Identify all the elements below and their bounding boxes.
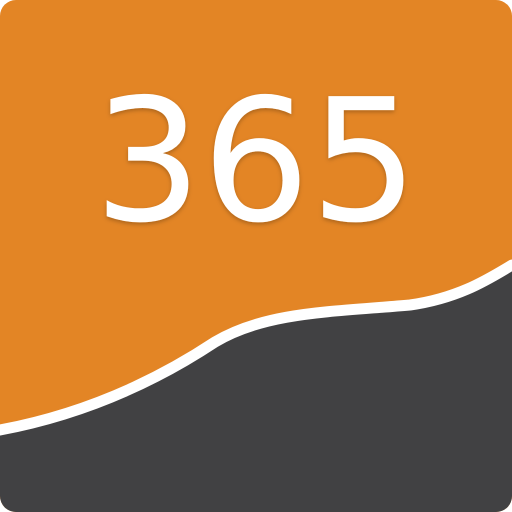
app-icon-graphic: 365 [0,0,512,512]
number-label: 365 [94,63,418,261]
app-icon-365: 365 [0,0,512,512]
